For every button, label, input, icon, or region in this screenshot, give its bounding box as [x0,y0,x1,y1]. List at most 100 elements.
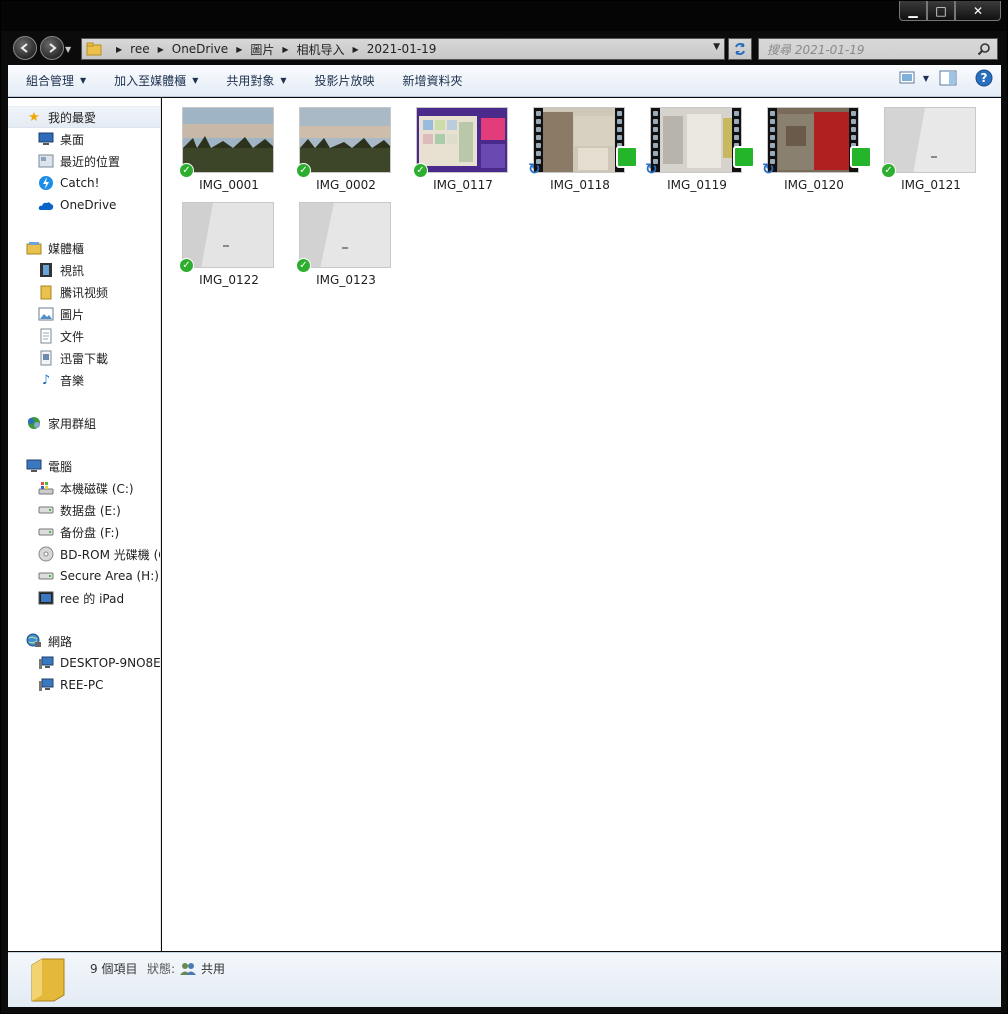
nav-item-label: Catch! [60,176,100,190]
nav-item-catch[interactable]: Catch! [8,172,160,194]
sync-complete-icon: ✓ [179,258,194,273]
breadcrumb-separator-icon[interactable]: ▶ [116,45,122,54]
nav-item-music[interactable]: ♪ 音樂 [8,369,160,391]
nav-item-drive-f[interactable]: 备份盘 (F:) [8,521,160,543]
file-item[interactable]: ✓ IMG_0002 [290,99,402,192]
onedrive-cloud-icon [38,197,54,213]
search-icon[interactable] [977,42,991,56]
address-dropdown-icon[interactable]: ▼ [713,42,720,52]
new-folder-button[interactable]: 新增資料夾 [393,69,473,93]
network-globe-icon [26,633,42,649]
file-item[interactable]: ✓ IMG_0117 [407,99,519,192]
breadcrumb-item[interactable]: ree [130,42,149,56]
breadcrumb-separator-icon[interactable]: ▶ [282,45,288,54]
nav-item-network-computer[interactable]: DESKTOP-9NO8E [8,652,160,674]
file-list-view[interactable]: ✓ IMG_0001 ✓ IMG_0002 ✓ IMG_0117 ↻ IMG_0… [162,98,1001,951]
sync-pending-icon: ↻ [645,160,658,178]
back-button[interactable] [13,36,37,60]
add-to-library-button[interactable]: 加入至媒體櫃 ▼ [104,69,208,93]
hard-drive-icon [38,568,54,584]
nav-item-drive-e[interactable]: 数据盘 (E:) [8,499,160,521]
thumbnail-video [767,107,859,173]
nav-item-network-computer[interactable]: REE-PC [8,674,160,696]
nav-computer[interactable]: 電腦 [8,455,160,477]
nav-item-label: 本機磁碟 (C:) [60,481,134,496]
download-folder-icon [38,350,54,366]
nav-item-ipad[interactable]: ree 的 iPad [8,587,160,609]
file-item[interactable]: ✓ IMG_0123 [290,194,402,287]
nav-favorites[interactable]: ★ 我的最愛 [8,106,160,128]
file-item[interactable]: ↻ IMG_0118 [524,99,638,192]
breadcrumb-separator-icon[interactable]: ▶ [353,45,359,54]
thumbnail-image [416,107,508,173]
nav-item-label: 文件 [60,329,85,344]
search-input[interactable]: 搜尋 2021-01-19 [767,41,865,58]
pictures-icon [38,306,54,322]
change-view-button[interactable]: ▼ [899,70,929,86]
sync-pending-icon: ↻ [762,160,775,178]
svg-text:?: ? [981,71,988,85]
nav-network[interactable]: 網路 [8,630,160,652]
nav-item-label: 視訊 [60,263,85,278]
folder-icon [86,42,102,56]
view-icon [899,71,915,84]
nav-item-drive-h[interactable]: Secure Area (H:) [8,565,160,587]
refresh-icon [735,43,745,55]
slideshow-button[interactable]: 投影片放映 [305,69,385,93]
close-button[interactable]: ✕ [955,1,1001,21]
nav-item-label: 迅雷下載 [60,351,109,366]
minimize-button[interactable]: ▁ [899,1,927,21]
file-name: IMG_0118 [550,178,610,192]
refresh-button[interactable] [728,38,752,60]
breadcrumb-item[interactable]: OneDrive [172,42,228,56]
nav-item-label: ree 的 iPad [60,591,125,606]
chevron-down-icon: ▼ [80,76,87,85]
nav-item-documents[interactable]: 文件 [8,325,160,347]
breadcrumb-separator-icon[interactable]: ▶ [236,45,242,54]
help-icon: ? [975,69,993,87]
file-item[interactable]: ✓ IMG_0121 [875,99,987,192]
file-item[interactable]: ✓ IMG_0122 [173,194,285,287]
nav-item-drive-g[interactable]: BD-ROM 光碟機 (G [8,543,160,565]
chevron-down-icon[interactable]: ▼ [923,74,929,83]
file-item[interactable]: ↻ IMG_0120 [758,99,872,192]
nav-item-drive-c[interactable]: 本機磁碟 (C:) [8,477,160,499]
nav-item-pictures[interactable]: 圖片 [8,303,160,325]
close-icon: ✕ [972,3,984,18]
details-pane: 9 個項目 狀態: 共用 [8,952,1001,1007]
file-name: IMG_0117 [433,178,493,192]
breadcrumb-item[interactable]: 圖片 [250,41,274,58]
forward-button[interactable] [40,36,64,60]
file-item[interactable]: ↻ IMG_0119 [641,99,755,192]
nav-homegroup[interactable]: 家用群組 [8,412,160,434]
preview-pane-button[interactable] [939,70,957,86]
nav-item-label: 騰讯视频 [60,285,109,300]
organize-menu-button[interactable]: 組合管理 ▼ [16,69,96,93]
nav-item-recent-places[interactable]: 最近的位置 [8,150,160,172]
video-app-badge-icon [616,146,638,168]
nav-item-thunder-downloads[interactable]: 迅雷下載 [8,347,160,369]
thumbnail-image [182,202,274,268]
nav-item-videos[interactable]: 視訊 [8,259,160,281]
nav-item-tencent-video[interactable]: 騰讯视频 [8,281,160,303]
folder-large-icon [31,958,65,1002]
search-box[interactable]: 搜尋 2021-01-19 [758,38,998,60]
maximize-button[interactable]: □ [927,1,955,21]
breadcrumb-separator-icon[interactable]: ▶ [158,45,164,54]
title-bar[interactable]: ▁ □ ✕ [1,1,1007,31]
recent-pages-chevron-icon[interactable]: ▼ [65,45,71,54]
recent-places-icon [38,153,54,169]
nav-libraries[interactable]: 媒體櫃 [8,237,160,259]
thumbnail-image [884,107,976,173]
share-with-button[interactable]: 共用對象 ▼ [216,69,296,93]
file-item[interactable]: ✓ IMG_0001 [173,99,285,192]
breadcrumb-item[interactable]: 相机导入 [297,41,345,58]
help-button[interactable]: ? [975,69,993,87]
ipad-device-icon [38,590,54,606]
nav-item-desktop[interactable]: 桌面 [8,128,160,150]
address-bar[interactable]: ▶ ree ▶ OneDrive ▶ 圖片 ▶ 相机导入 ▶ 2021-01-1… [81,38,725,60]
back-arrow-icon [20,43,28,53]
nav-item-onedrive[interactable]: OneDrive [8,194,160,216]
breadcrumb-item[interactable]: 2021-01-19 [367,42,437,56]
network-computer-icon [38,655,54,671]
